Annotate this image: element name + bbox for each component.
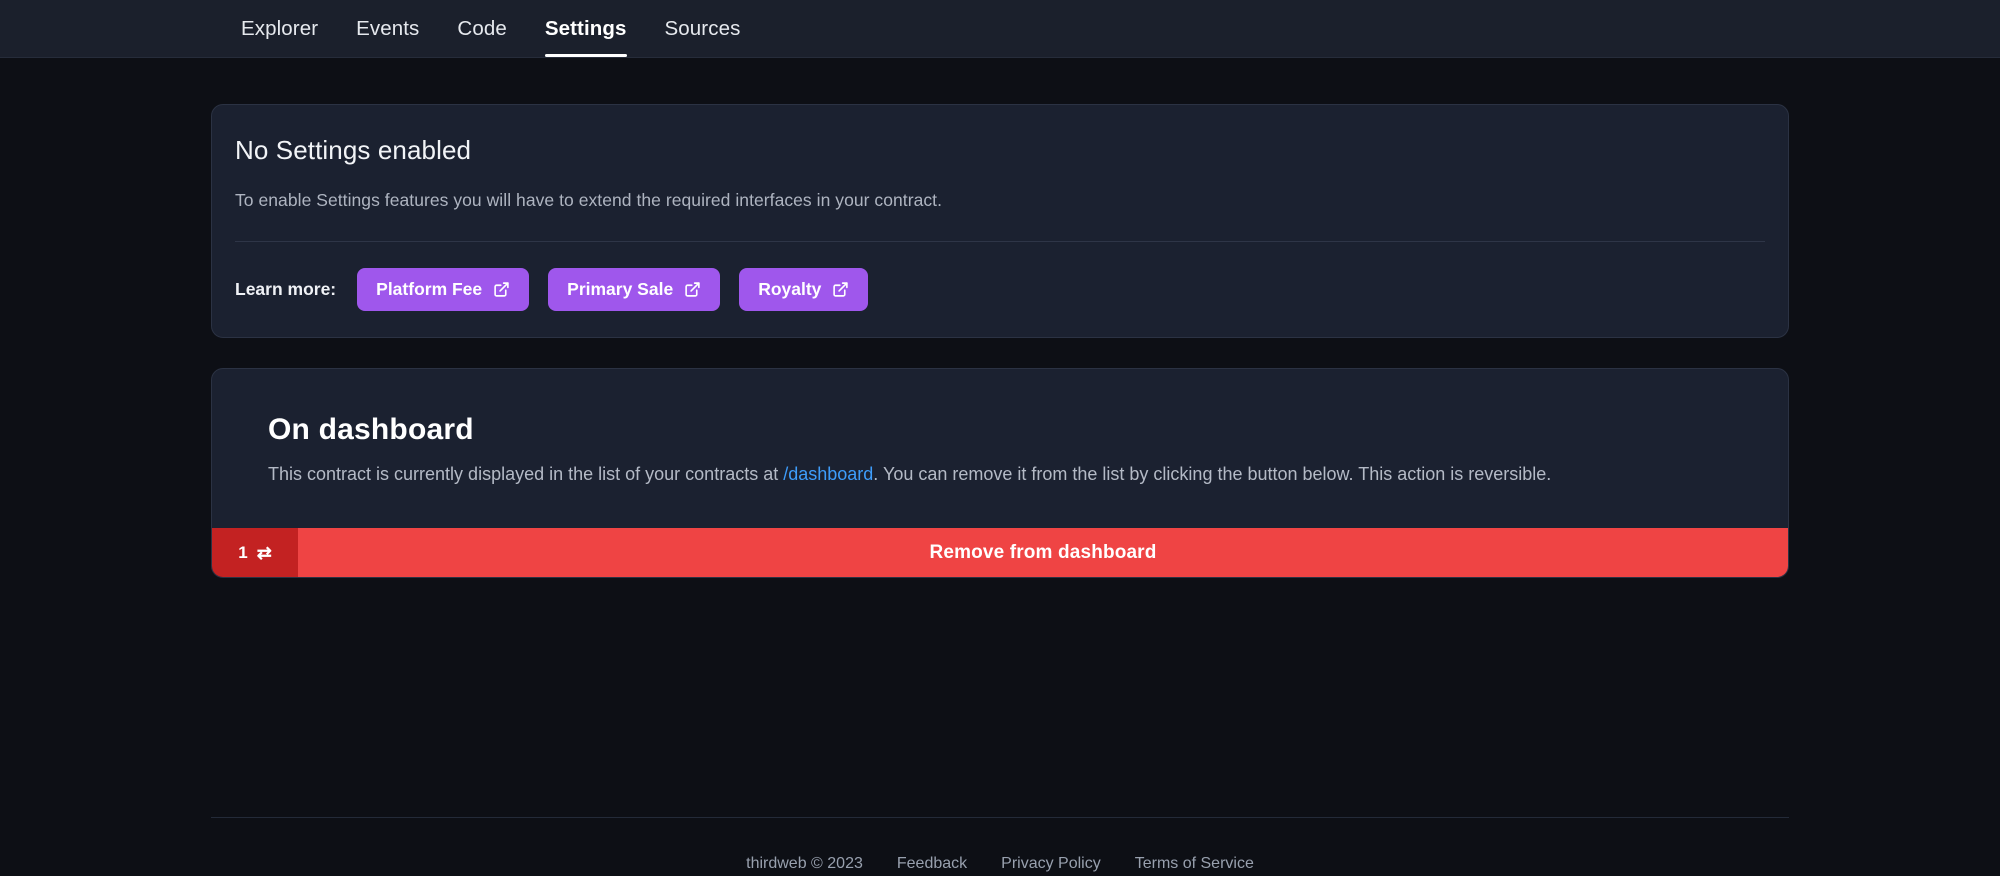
footer-copyright: thirdweb © 2023 [746,854,863,872]
dashboard-link[interactable]: /dashboard [783,464,873,484]
external-link-icon [832,281,849,298]
learn-more-row: Learn more: Platform Fee Primary Sale Ro… [235,268,1765,311]
no-settings-description: To enable Settings features you will hav… [235,190,942,210]
on-dashboard-title: On dashboard [268,413,474,446]
tab-code-label: Code [457,16,507,40]
learn-more-label: Learn more: [235,279,337,299]
on-dashboard-card: On dashboard This contract is currently … [211,368,1789,579]
footer-link-feedback[interactable]: Feedback [897,855,967,873]
royalty-label: Royalty [758,279,822,299]
no-settings-card: No Settings enabled To enable Settings f… [211,104,1789,338]
page-footer: thirdweb © 2023 Feedback Privacy Policy … [0,817,2000,876]
on-dashboard-body: On dashboard This contract is currently … [212,369,1788,528]
tab-explorer-label: Explorer [241,16,319,40]
tab-events-label: Events [356,16,420,40]
external-link-icon [684,281,701,298]
footer-link-privacy-policy[interactable]: Privacy Policy [1001,855,1101,873]
top-navigation-bar: Explorer Events Code Settings Sources [0,0,2000,58]
network-chain-badge[interactable]: 1 ⇄ [212,528,298,578]
content-column: No Settings enabled To enable Settings f… [211,58,1789,579]
primary-sale-link-button[interactable]: Primary Sale [548,268,721,311]
description-text-after-link: . You can remove it from the list by cli… [873,464,1552,484]
page-body: No Settings enabled To enable Settings f… [0,58,2000,876]
tab-code[interactable]: Code [438,0,525,57]
tab-sources-label: Sources [664,16,741,40]
tab-events[interactable]: Events [337,0,438,57]
chain-count-label: 1 [238,542,248,562]
tab-settings-label: Settings [544,16,627,40]
primary-sale-label: Primary Sale [567,279,674,299]
nav-tab-list: Explorer Events Code Settings Sources [222,0,759,57]
no-settings-title: No Settings enabled [235,135,472,165]
footer-link-terms-of-service[interactable]: Terms of Service [1135,855,1254,873]
external-link-icon [493,281,510,298]
tab-explorer[interactable]: Explorer [222,0,337,57]
danger-action-bar: 1 ⇄ Remove from dashboard [212,528,1788,578]
royalty-link-button[interactable]: Royalty [739,268,869,311]
remove-from-dashboard-button[interactable]: Remove from dashboard [298,528,1788,578]
tab-settings[interactable]: Settings [526,0,646,57]
platform-fee-link-button[interactable]: Platform Fee [357,268,530,311]
footer-link-list: thirdweb © 2023 Feedback Privacy Policy … [0,818,2000,876]
tab-sources[interactable]: Sources [646,0,760,57]
description-text-before-link: This contract is currently displayed in … [268,464,784,484]
remove-from-dashboard-label: Remove from dashboard [929,541,1157,563]
on-dashboard-description: This contract is currently displayed in … [268,461,1688,488]
platform-fee-label: Platform Fee [376,279,483,299]
network-swap-icon: ⇄ [256,542,272,563]
card-divider [235,241,1765,242]
